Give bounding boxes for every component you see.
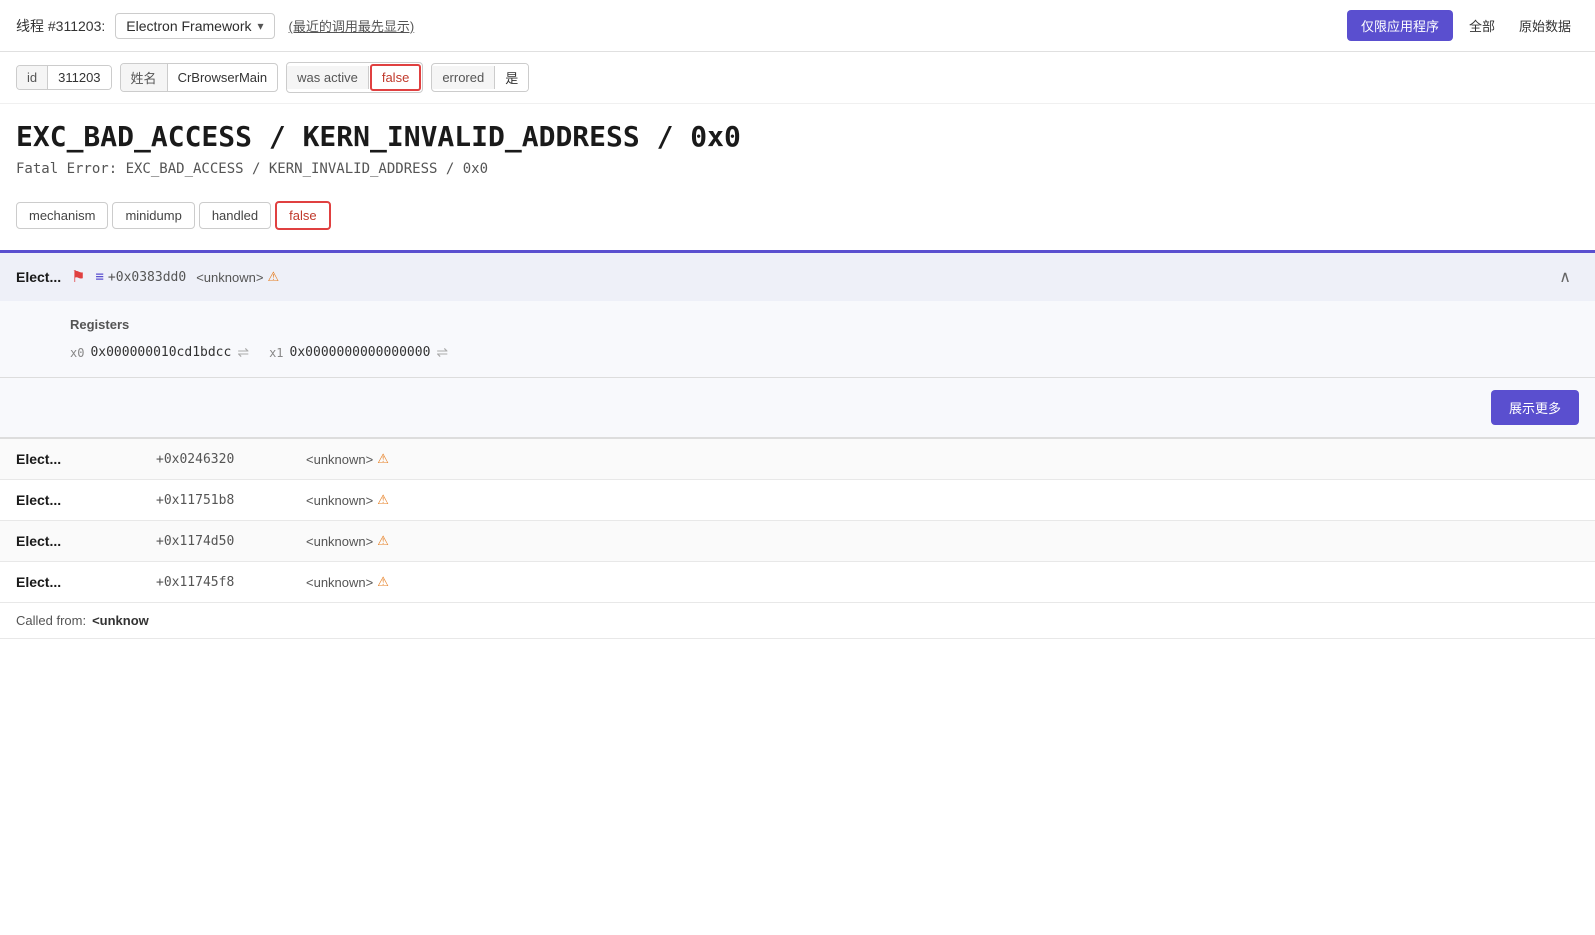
id-badge: id 311203 bbox=[16, 65, 112, 90]
id-value: 311203 bbox=[48, 66, 110, 89]
table-row: Elect... +0x1174d50 <unknown> ⚠ bbox=[0, 521, 1595, 562]
all-button[interactable]: 全部 bbox=[1461, 12, 1503, 39]
registers-title: Registers bbox=[70, 317, 1571, 332]
table-row: Elect... +0x11745f8 <unknown> ⚠ bbox=[0, 562, 1595, 603]
called-from-row: Called from: <unknow bbox=[0, 603, 1595, 639]
frame-2-name: Elect... bbox=[16, 492, 136, 508]
name-value: CrBrowserMain bbox=[168, 66, 278, 89]
flag-icon: ⚑ bbox=[71, 267, 85, 287]
show-more-button[interactable]: 展示更多 bbox=[1491, 390, 1579, 425]
error-title: EXC_BAD_ACCESS / KERN_INVALID_ADDRESS / … bbox=[16, 120, 1579, 153]
frame-4-name: Elect... bbox=[16, 574, 136, 590]
reg-x0-name: x0 bbox=[70, 346, 84, 360]
errored-value: 是 bbox=[495, 64, 528, 91]
active-frame-location-text: <unknown> bbox=[196, 270, 263, 285]
register-x0: x0 0x000000010cd1bdcc ⇌ bbox=[70, 344, 249, 361]
id-key: id bbox=[17, 66, 48, 89]
reg-x1-value: 0x0000000000000000 bbox=[290, 345, 431, 360]
frame-1-location: <unknown> ⚠ bbox=[306, 451, 389, 467]
called-from-label: Called from: bbox=[16, 613, 86, 628]
errored-key: errored bbox=[432, 66, 495, 89]
reg-x1-name: x1 bbox=[269, 346, 283, 360]
table-row: Elect... +0x0246320 <unknown> ⚠ bbox=[0, 439, 1595, 480]
table-row: Elect... +0x11751b8 <unknown> ⚠ bbox=[0, 480, 1595, 521]
frame-3-warn-icon: ⚠ bbox=[377, 533, 389, 549]
frame-2-location-text: <unknown> bbox=[306, 493, 373, 508]
name-badge: 姓名 CrBrowserMain bbox=[120, 63, 279, 92]
tag-false: false bbox=[275, 201, 330, 230]
error-subtitle: Fatal Error: EXC_BAD_ACCESS / KERN_INVAL… bbox=[16, 161, 1579, 177]
active-frame-header: Elect... ⚑ ≡ +0x0383dd0 <unknown> ⚠ ∧ bbox=[0, 253, 1595, 301]
frame-2-location: <unknown> ⚠ bbox=[306, 492, 389, 508]
info-badges-row: id 311203 姓名 CrBrowserMain was active fa… bbox=[0, 52, 1595, 104]
frame-1-warn-icon: ⚠ bbox=[377, 451, 389, 467]
frame-1-name: Elect... bbox=[16, 451, 136, 467]
frame-4-offset: +0x11745f8 bbox=[156, 575, 286, 590]
tags-row: mechanism minidump handled false bbox=[0, 201, 1595, 230]
tag-minidump: minidump bbox=[112, 202, 194, 229]
chevron-down-icon: ▾ bbox=[258, 19, 264, 33]
reg-x0-value: 0x000000010cd1bdcc bbox=[90, 345, 231, 360]
warning-icon: ⚠ bbox=[267, 269, 279, 285]
show-more-section: 展示更多 bbox=[0, 378, 1595, 438]
reg-x1-settings-icon[interactable]: ⇌ bbox=[436, 344, 448, 361]
name-key: 姓名 bbox=[121, 64, 168, 91]
thread-name: Electron Framework bbox=[126, 18, 251, 34]
frame-3-name: Elect... bbox=[16, 533, 136, 549]
called-from-value: <unknow bbox=[92, 613, 149, 628]
registers-grid: x0 0x000000010cd1bdcc ⇌ x1 0x00000000000… bbox=[70, 344, 1571, 361]
raw-data-button[interactable]: 原始数据 bbox=[1511, 12, 1579, 39]
stack-container: Elect... ⚑ ≡ +0x0383dd0 <unknown> ⚠ ∧ Re… bbox=[0, 250, 1595, 639]
frame-3-location-text: <unknown> bbox=[306, 534, 373, 549]
top-bar-actions: 仅限应用程序 全部 原始数据 bbox=[1347, 10, 1579, 41]
thread-label: 线程 #311203: bbox=[16, 16, 105, 36]
frame-1-location-text: <unknown> bbox=[306, 452, 373, 467]
was-active-key: was active bbox=[287, 66, 369, 89]
recent-calls-label[interactable]: (最近的调用最先显示) bbox=[289, 16, 415, 35]
active-frame: Elect... ⚑ ≡ +0x0383dd0 <unknown> ⚠ ∧ Re… bbox=[0, 253, 1595, 439]
tag-handled: handled bbox=[199, 202, 271, 229]
frame-4-location-text: <unknown> bbox=[306, 575, 373, 590]
frame-3-offset: +0x1174d50 bbox=[156, 534, 286, 549]
registers-section: Registers x0 0x000000010cd1bdcc ⇌ x1 0x0… bbox=[0, 301, 1595, 378]
thread-dropdown[interactable]: Electron Framework ▾ bbox=[115, 13, 274, 39]
frame-2-offset: +0x11751b8 bbox=[156, 493, 286, 508]
tag-mechanism: mechanism bbox=[16, 202, 108, 229]
errored-badge: errored 是 bbox=[431, 63, 529, 92]
frame-4-warn-icon: ⚠ bbox=[377, 574, 389, 590]
active-frame-name: Elect... bbox=[16, 269, 61, 285]
frame-3-location: <unknown> ⚠ bbox=[306, 533, 389, 549]
was-active-badge: was active false bbox=[286, 62, 423, 93]
was-active-value: false bbox=[370, 64, 421, 91]
lines-icon: ≡ bbox=[95, 269, 103, 285]
frame-2-warn-icon: ⚠ bbox=[377, 492, 389, 508]
active-frame-offset-value: +0x0383dd0 bbox=[108, 270, 186, 285]
app-only-button[interactable]: 仅限应用程序 bbox=[1347, 10, 1453, 41]
collapse-button[interactable]: ∧ bbox=[1551, 263, 1579, 291]
frame-4-location: <unknown> ⚠ bbox=[306, 574, 389, 590]
reg-x0-settings-icon[interactable]: ⇌ bbox=[237, 344, 249, 361]
frame-1-offset: +0x0246320 bbox=[156, 452, 286, 467]
active-frame-offset: ≡ +0x0383dd0 bbox=[95, 269, 186, 285]
top-bar: 线程 #311203: Electron Framework ▾ (最近的调用最… bbox=[0, 0, 1595, 52]
error-section: EXC_BAD_ACCESS / KERN_INVALID_ADDRESS / … bbox=[0, 104, 1595, 201]
register-x1: x1 0x0000000000000000 ⇌ bbox=[269, 344, 448, 361]
active-frame-location: <unknown> ⚠ bbox=[196, 269, 279, 285]
